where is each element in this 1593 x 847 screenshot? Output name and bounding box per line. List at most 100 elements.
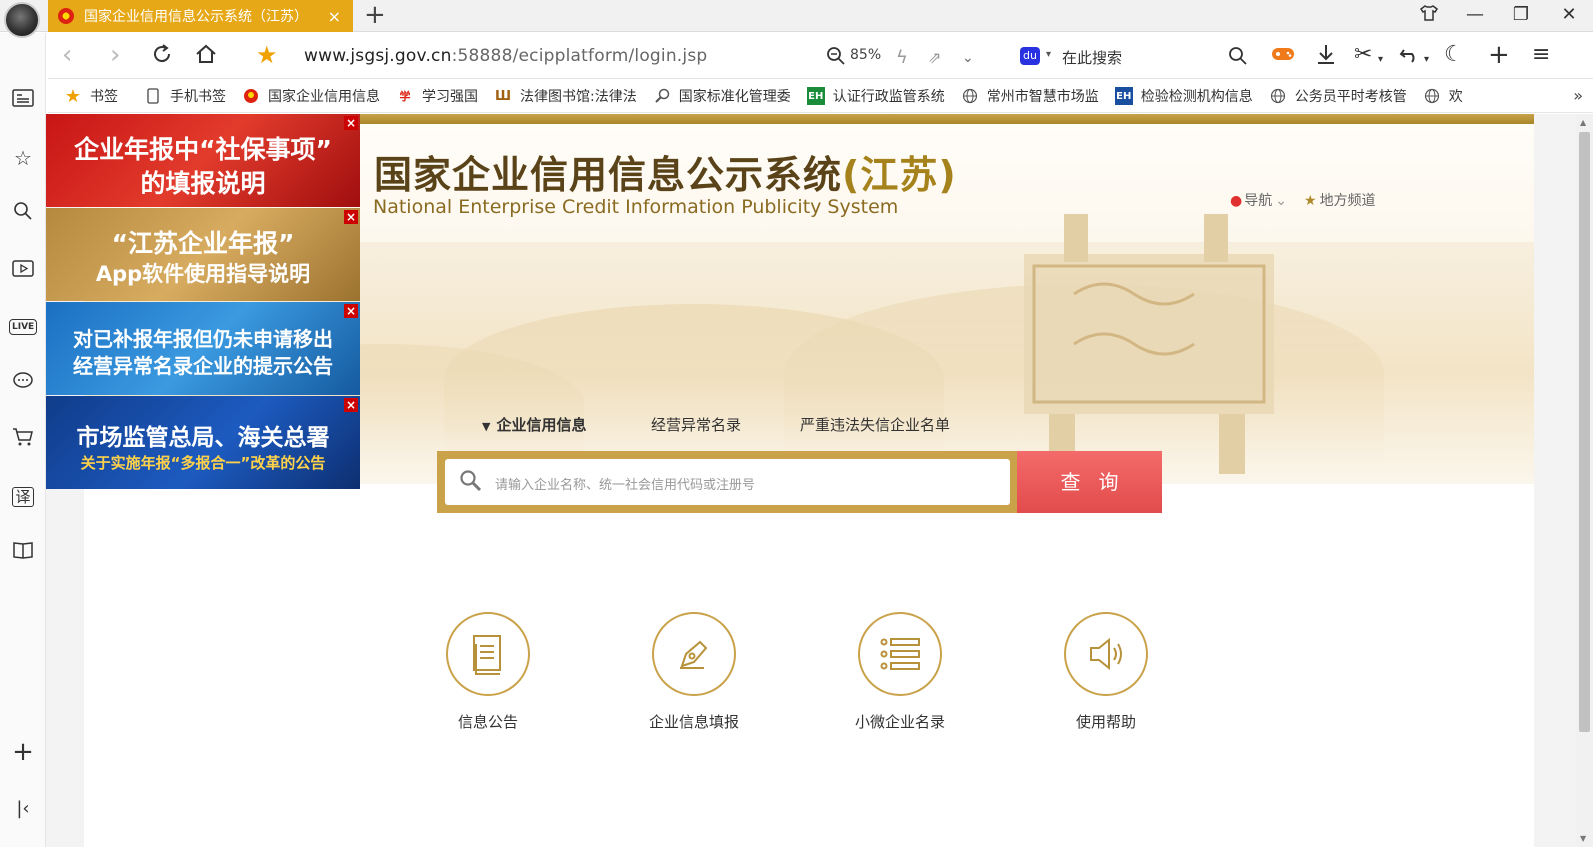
- shirt-icon[interactable]: [1417, 4, 1441, 27]
- globe-icon: [1269, 87, 1287, 105]
- tab-abnormal-list[interactable]: 经营异常名录: [651, 414, 741, 435]
- caret-down-icon[interactable]: ▾: [1378, 46, 1383, 74]
- forward-icon[interactable]: ›: [110, 41, 120, 69]
- bookmark-item[interactable]: Ш 法律图书馆:法律法: [494, 86, 637, 106]
- banner-close-button[interactable]: ×: [344, 304, 358, 318]
- bookmark-item[interactable]: EH 检验检测机构信息: [1114, 86, 1253, 106]
- bookmark-item[interactable]: 学 学习强国: [396, 86, 479, 106]
- back-icon[interactable]: ‹: [62, 41, 72, 69]
- banner-app-guide[interactable]: “江苏企业年报” App软件使用指导说明 ×: [46, 208, 360, 301]
- banner-social-security-guide[interactable]: 企业年报中“社保事项” 的填报说明 ×: [46, 114, 360, 207]
- scissors-icon[interactable]: ✂: [1354, 41, 1372, 69]
- cert-icon: EH: [1114, 87, 1133, 105]
- caret-down-icon[interactable]: ▾: [1424, 46, 1429, 74]
- bookmark-star-icon[interactable]: ★: [256, 41, 278, 69]
- search-input[interactable]: 请输入企业名称、统一社会信用代码或注册号: [445, 459, 1010, 505]
- reader-icon[interactable]: [9, 88, 37, 114]
- url-field[interactable]: www.jsgsj.gov.cn:58888/ecipplatform/logi…: [304, 46, 707, 66]
- search-icon[interactable]: [1228, 44, 1248, 72]
- lightning-icon[interactable]: ϟ: [896, 44, 908, 72]
- feature-enterprise-report[interactable]: 企业信息填报: [624, 612, 764, 732]
- reload-icon[interactable]: [150, 42, 174, 72]
- collapse-sidebar-icon[interactable]: |‹: [9, 796, 37, 822]
- avatar[interactable]: [4, 2, 40, 38]
- search-icon[interactable]: [9, 201, 37, 227]
- share-icon[interactable]: ⇗: [928, 44, 941, 72]
- bookmark-item[interactable]: ★ 书签: [64, 85, 118, 107]
- add-icon[interactable]: +: [9, 739, 37, 765]
- banner-abnormal-notice[interactable]: 对已补报年报但仍未申请移出 经营异常名录企业的提示公告 ×: [46, 302, 360, 395]
- tab-enterprise-credit[interactable]: ▼ 企业信用信息: [482, 414, 586, 435]
- window-close-button[interactable]: ✕: [1557, 4, 1581, 25]
- bookmark-item[interactable]: 手机书签: [144, 86, 226, 106]
- chevron-down-icon[interactable]: ⌄: [962, 44, 974, 72]
- site-logo-subtitle: National Enterprise Credit Information P…: [373, 196, 899, 218]
- live-icon[interactable]: LIVE: [9, 314, 38, 340]
- bookmark-item[interactable]: 欢: [1423, 86, 1463, 106]
- chat-icon[interactable]: [9, 371, 37, 397]
- minimize-button[interactable]: —: [1463, 4, 1487, 25]
- bookmark-item[interactable]: 公务员平时考核管: [1269, 86, 1407, 106]
- speaker-icon: [1064, 612, 1148, 696]
- star-icon: ★: [1304, 193, 1317, 209]
- browser-tab-active[interactable]: 国家企业信用信息公示系统（江苏） ×: [48, 0, 353, 32]
- site-logo-title[interactable]: 国家企业信用信息公示系统(江苏): [374, 144, 957, 199]
- bookmark-item[interactable]: EH 认证行政监管系统: [806, 86, 945, 106]
- menu-icon[interactable]: ≡: [1532, 41, 1550, 69]
- tab-close-button[interactable]: ×: [328, 7, 341, 26]
- document-icon: [446, 612, 530, 696]
- feature-user-help[interactable]: 使用帮助: [1036, 612, 1176, 732]
- tab-serious-violation-list[interactable]: 严重违法失信企业名单: [800, 414, 950, 435]
- search-icon: [459, 469, 483, 499]
- left-sidebar: ☆ LIVE 译 + |‹: [0, 33, 46, 847]
- tab-title: 国家企业信用信息公示系统（江苏）: [84, 9, 308, 25]
- nav-local-channel-link[interactable]: ★ 地方频道: [1304, 190, 1376, 210]
- game-icon[interactable]: [1270, 42, 1296, 72]
- download-icon[interactable]: [1314, 42, 1338, 72]
- pen-icon: [652, 612, 736, 696]
- plus-icon[interactable]: +: [1488, 41, 1510, 69]
- undo-icon[interactable]: [1398, 42, 1422, 72]
- triangle-down-icon: ▼: [482, 420, 491, 433]
- video-icon[interactable]: [9, 258, 37, 284]
- banner-customs-announcement[interactable]: 市场监管总局、海关总署 关于实施年报“多报合一”改革的公告 ×: [46, 396, 360, 489]
- chevron-down-icon: ⌄: [1275, 193, 1287, 209]
- home-icon[interactable]: [194, 42, 218, 72]
- bookmarks-bar: ★ 书签 手机书签 国家企业信用信息 学 学习强国 Ш 法律图书馆:法律法 国家…: [48, 80, 1593, 113]
- law-library-icon: Ш: [494, 88, 512, 104]
- zoom-level[interactable]: 85%: [850, 47, 881, 63]
- banner-close-button[interactable]: ×: [344, 210, 358, 224]
- book-icon[interactable]: [9, 540, 37, 566]
- phone-icon: [144, 87, 162, 105]
- bookmarks-more-button[interactable]: »: [1573, 86, 1583, 105]
- cert-icon: EH: [806, 87, 825, 105]
- location-pin-icon: ●: [1230, 193, 1243, 209]
- star-icon: ★: [64, 85, 82, 107]
- cart-icon[interactable]: [9, 427, 37, 453]
- query-button[interactable]: 查询: [1017, 451, 1162, 513]
- bookmark-item[interactable]: 国家企业信用信息: [242, 86, 380, 106]
- zoom-icon[interactable]: [826, 44, 846, 72]
- address-bar: ‹ › ★ www.jsgsj.gov.cn:58888/ecipplatfor…: [48, 33, 1593, 79]
- search-box[interactable]: du ▾ 在此搜索: [1020, 45, 1240, 69]
- banner-close-button[interactable]: ×: [344, 116, 358, 130]
- search-placeholder: 在此搜索: [1062, 49, 1123, 67]
- favorites-icon[interactable]: ☆: [9, 145, 37, 171]
- banner-close-button[interactable]: ×: [344, 398, 358, 412]
- new-tab-button[interactable]: +: [364, 1, 386, 29]
- baidu-paw-icon[interactable]: du: [1020, 47, 1040, 65]
- feature-small-enterprise-list[interactable]: 小微企业名录: [830, 612, 970, 732]
- caret-down-icon[interactable]: ▾: [1046, 49, 1051, 60]
- feature-info-announcement[interactable]: 信息公告: [418, 612, 558, 732]
- page-scrollbar[interactable]: ▲ ▼: [1576, 114, 1593, 847]
- scrollbar-thumb[interactable]: [1579, 132, 1590, 732]
- scroll-up-icon[interactable]: ▲: [1580, 118, 1586, 127]
- bookmark-item[interactable]: 常州市智慧市场监: [961, 86, 1099, 106]
- translate-icon[interactable]: 译: [9, 484, 37, 510]
- web-page: 国家企业信用信息公示系统(江苏) National Enterprise Cre…: [46, 114, 1576, 847]
- restore-button[interactable]: ❐: [1509, 4, 1533, 25]
- nav-guide-link[interactable]: ● 导航 ⌄: [1230, 190, 1287, 210]
- scroll-down-icon[interactable]: ▼: [1580, 834, 1586, 843]
- bookmark-item[interactable]: 国家标准化管理委: [653, 86, 791, 106]
- moon-icon[interactable]: ☾: [1444, 41, 1464, 69]
